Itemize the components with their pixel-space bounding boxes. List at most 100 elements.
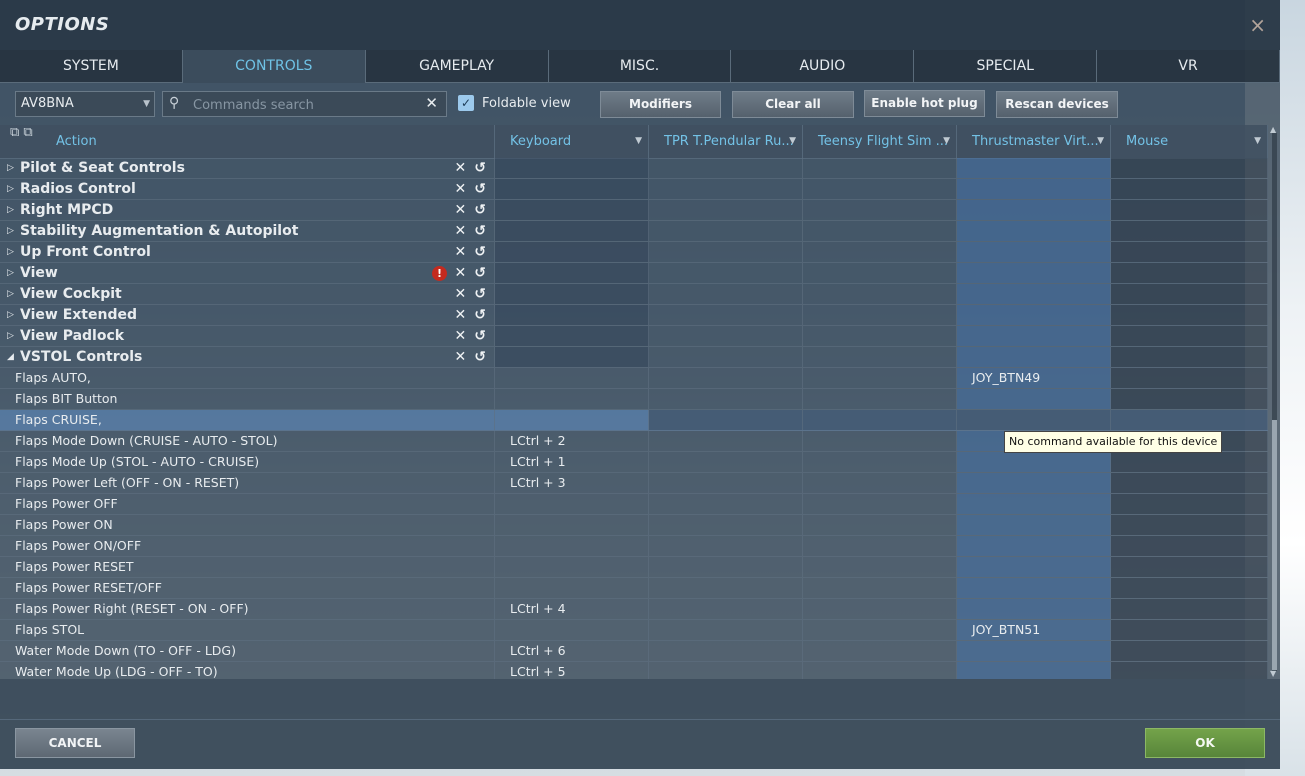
command-row[interactable]: Flaps Mode Up (STOL - AUTO - CRUISE) LCtr…: [0, 452, 1268, 473]
command-action-cell[interactable]: Water Mode Up (LDG - OFF - TO): [0, 662, 495, 679]
binding-cell[interactable]: [649, 662, 803, 679]
collapse-triangle-icon[interactable]: ◢: [7, 347, 14, 367]
binding-cell[interactable]: [803, 347, 957, 367]
command-action-cell[interactable]: Flaps Power ON/OFF: [0, 536, 495, 556]
reset-group-icon[interactable]: ↺: [474, 160, 486, 176]
scroll-thumb[interactable]: [1272, 420, 1277, 670]
binding-cell[interactable]: [803, 494, 957, 514]
binding-cell[interactable]: [957, 641, 1111, 661]
binding-cell[interactable]: JOY_BTN51: [957, 620, 1111, 640]
binding-cell[interactable]: [957, 347, 1111, 367]
binding-cell[interactable]: [1111, 410, 1268, 430]
close-icon[interactable]: ×: [1249, 13, 1266, 37]
binding-cell[interactable]: [1111, 662, 1268, 679]
expand-triangle-icon[interactable]: ▷: [7, 200, 14, 220]
command-row[interactable]: Flaps BIT Button: [0, 389, 1268, 410]
binding-cell[interactable]: [957, 179, 1111, 199]
binding-cell[interactable]: [495, 620, 649, 640]
reset-group-icon[interactable]: ↺: [474, 202, 486, 218]
binding-cell[interactable]: [803, 179, 957, 199]
binding-cell[interactable]: JOY_BTN49: [957, 368, 1111, 388]
clear-group-icon[interactable]: ✕: [455, 307, 467, 323]
binding-cell[interactable]: [1111, 326, 1268, 346]
reset-group-icon[interactable]: ↺: [474, 349, 486, 365]
command-action-cell[interactable]: Flaps Power Right (RESET - ON - OFF): [0, 599, 495, 619]
binding-cell[interactable]: [649, 263, 803, 283]
binding-cell[interactable]: [957, 305, 1111, 325]
group-row[interactable]: ▷ View Extended ✕ ↺: [0, 305, 1268, 326]
foldable-view-checkbox[interactable]: ✓: [458, 95, 474, 111]
group-action-cell[interactable]: ▷ View Cockpit ✕ ↺: [0, 284, 495, 304]
binding-cell[interactable]: [495, 305, 649, 325]
binding-cell[interactable]: [649, 473, 803, 493]
binding-cell[interactable]: [649, 158, 803, 178]
modifiers-button[interactable]: Modifiers: [600, 91, 721, 118]
group-action-cell[interactable]: ▷ View Padlock ✕ ↺: [0, 326, 495, 346]
binding-cell[interactable]: [957, 452, 1111, 472]
binding-cell[interactable]: [649, 578, 803, 598]
column-header-1[interactable]: Keyboard ▼: [495, 125, 649, 158]
tab-special[interactable]: SPECIAL: [914, 50, 1098, 83]
reset-group-icon[interactable]: ↺: [474, 223, 486, 239]
group-action-cell[interactable]: ▷ Up Front Control ✕ ↺: [0, 242, 495, 262]
group-row[interactable]: ▷ Stability Augmentation & Autopilot ✕ ↺: [0, 221, 1268, 242]
binding-cell[interactable]: [957, 242, 1111, 262]
group-action-cell[interactable]: ▷ View Extended ✕ ↺: [0, 305, 495, 325]
group-row[interactable]: ▷ View Cockpit ✕ ↺: [0, 284, 1268, 305]
binding-cell[interactable]: [957, 536, 1111, 556]
binding-cell[interactable]: [957, 494, 1111, 514]
expand-triangle-icon[interactable]: ▷: [7, 242, 14, 262]
binding-cell[interactable]: [1111, 305, 1268, 325]
binding-cell[interactable]: LCtrl + 1: [495, 452, 649, 472]
binding-cell[interactable]: [1111, 641, 1268, 661]
binding-cell[interactable]: [957, 158, 1111, 178]
binding-cell[interactable]: [649, 242, 803, 262]
clear-group-icon[interactable]: ✕: [455, 223, 467, 239]
binding-cell[interactable]: [803, 326, 957, 346]
binding-cell[interactable]: [803, 620, 957, 640]
binding-cell[interactable]: [1111, 536, 1268, 556]
binding-cell[interactable]: [803, 599, 957, 619]
binding-cell[interactable]: [957, 200, 1111, 220]
binding-cell[interactable]: [649, 179, 803, 199]
tab-system[interactable]: SYSTEM: [0, 50, 183, 83]
command-row[interactable]: Flaps Power RESET/OFF: [0, 578, 1268, 599]
binding-cell[interactable]: [495, 494, 649, 514]
group-row[interactable]: ▷ View! ✕ ↺: [0, 263, 1268, 284]
binding-cell[interactable]: [495, 368, 649, 388]
group-row[interactable]: ◢ VSTOL Controls ✕ ↺: [0, 347, 1268, 368]
binding-cell[interactable]: [649, 284, 803, 304]
chevron-down-icon[interactable]: ▼: [789, 125, 796, 158]
column-header-3[interactable]: Teensy Flight Sim ... ▼: [803, 125, 957, 158]
binding-cell[interactable]: [649, 515, 803, 535]
ok-button[interactable]: OK: [1145, 728, 1265, 758]
binding-cell[interactable]: [649, 347, 803, 367]
chevron-down-icon[interactable]: ▼: [1254, 125, 1261, 158]
reset-group-icon[interactable]: ↺: [474, 286, 486, 302]
binding-cell[interactable]: [957, 284, 1111, 304]
binding-cell[interactable]: [803, 536, 957, 556]
binding-cell[interactable]: [649, 200, 803, 220]
binding-cell[interactable]: [495, 284, 649, 304]
expand-triangle-icon[interactable]: ▷: [7, 284, 14, 304]
expand-triangle-icon[interactable]: ▷: [7, 158, 14, 178]
binding-cell[interactable]: [649, 431, 803, 451]
reset-group-icon[interactable]: ↺: [474, 265, 486, 281]
binding-cell[interactable]: [1111, 473, 1268, 493]
binding-cell[interactable]: [803, 242, 957, 262]
binding-cell[interactable]: [957, 473, 1111, 493]
binding-cell[interactable]: [803, 515, 957, 535]
command-action-cell[interactable]: Flaps Power RESET/OFF: [0, 578, 495, 598]
binding-cell[interactable]: [957, 515, 1111, 535]
command-row[interactable]: Flaps Power OFF: [0, 494, 1268, 515]
clear-all-button[interactable]: Clear all: [732, 91, 854, 118]
reset-group-icon[interactable]: ↺: [474, 181, 486, 197]
group-row[interactable]: ▷ Up Front Control ✕ ↺: [0, 242, 1268, 263]
binding-cell[interactable]: [1111, 242, 1268, 262]
binding-cell[interactable]: [1111, 599, 1268, 619]
binding-cell[interactable]: [649, 536, 803, 556]
binding-cell[interactable]: [1111, 620, 1268, 640]
binding-cell[interactable]: [957, 599, 1111, 619]
binding-cell[interactable]: [1111, 557, 1268, 577]
command-row[interactable]: Flaps Power Left (OFF - ON - RESET) LCtrl…: [0, 473, 1268, 494]
